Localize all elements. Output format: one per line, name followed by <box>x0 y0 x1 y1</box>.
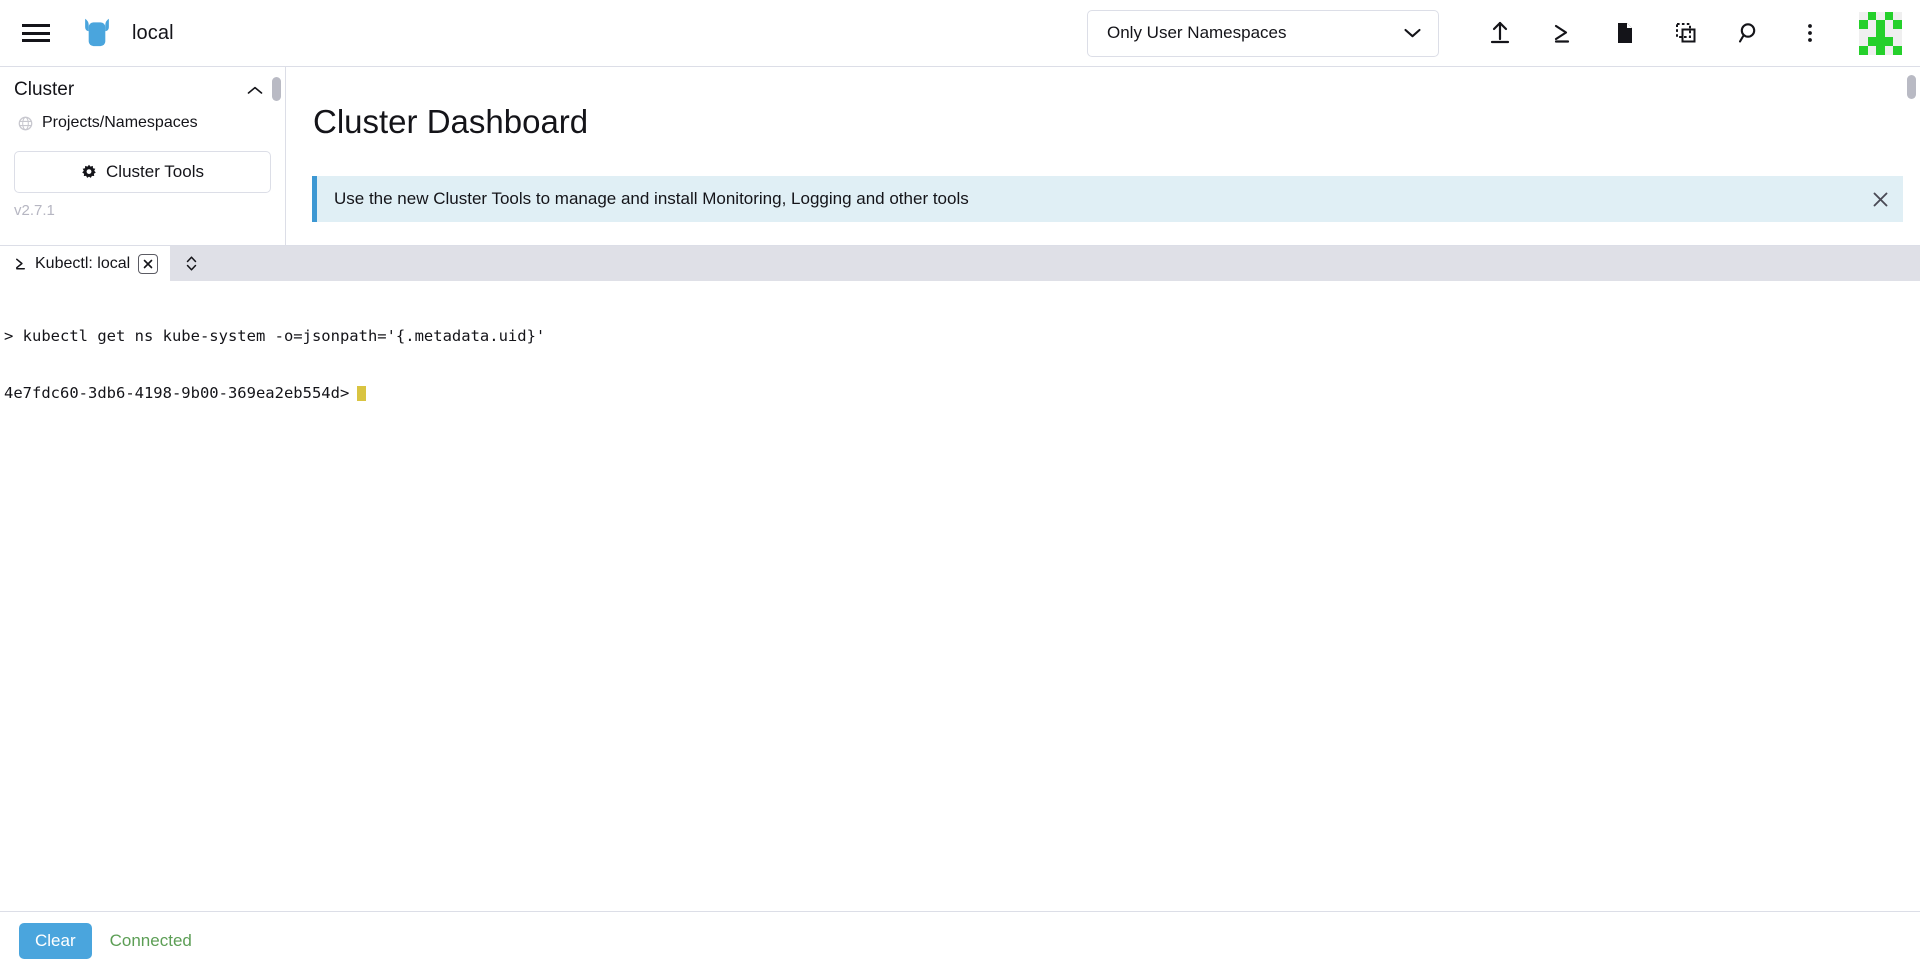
avatar-cell <box>1885 12 1894 21</box>
sidebar-group-title: Cluster <box>14 79 247 101</box>
rancher-bull-logo <box>78 14 116 52</box>
banner-message: Use the new Cluster Tools to manage and … <box>334 189 1857 209</box>
cluster-name-label: local <box>132 22 174 45</box>
hamburger-bar <box>22 24 50 27</box>
avatar-cell <box>1876 37 1885 46</box>
namespace-filter-select[interactable]: Only User Namespaces <box>1087 10 1439 57</box>
sidebar-item-label: Projects/Namespaces <box>42 114 198 132</box>
copy-kubeconfig-button[interactable] <box>1655 2 1717 64</box>
brand-home-link[interactable]: local <box>78 14 174 52</box>
terminal-prompt-icon <box>1549 20 1575 46</box>
terminal-cursor <box>357 386 366 401</box>
globe-icon <box>18 116 33 131</box>
sidebar-group-cluster[interactable]: Cluster <box>0 67 285 111</box>
page-title: Cluster Dashboard <box>313 103 1920 141</box>
avatar-cell <box>1885 20 1894 29</box>
docs-button[interactable] <box>1593 2 1655 64</box>
avatar-cell <box>1876 29 1885 38</box>
terminal-prompt-text: 4e7fdc60-3db6-4198-9b00-369ea2eb554d> <box>4 384 349 402</box>
avatar-cell <box>1893 46 1902 55</box>
shell-tab-label: Kubectl: local <box>35 255 130 273</box>
avatar-cell <box>1859 46 1868 55</box>
terminal-line: > kubectl get ns kube-system -o=jsonpath… <box>4 327 1920 346</box>
close-x-icon <box>1872 191 1889 208</box>
avatar-cell <box>1868 37 1877 46</box>
import-yaml-button[interactable] <box>1469 2 1531 64</box>
avatar-cell <box>1876 12 1885 21</box>
avatar-cell <box>1885 29 1894 38</box>
terminal-prompt-line: 4e7fdc60-3db6-4198-9b00-369ea2eb554d> <box>4 384 1920 403</box>
shell-tab-bar: Kubectl: local <box>0 246 1920 281</box>
user-avatar[interactable] <box>1859 12 1902 55</box>
avatar-cell <box>1885 46 1894 55</box>
main-scrollbar-thumb[interactable] <box>1907 75 1916 99</box>
shell-tab-kubectl-local[interactable]: Kubectl: local <box>0 246 170 281</box>
avatar-cell <box>1893 20 1902 29</box>
banner-close-button[interactable] <box>1857 176 1903 222</box>
search-button[interactable] <box>1717 2 1779 64</box>
gear-icon <box>81 164 97 180</box>
avatar-cell <box>1868 12 1877 21</box>
hamburger-bar <box>22 32 50 35</box>
avatar-cell <box>1893 37 1902 46</box>
kebab-vertical-dots-icon <box>1797 20 1823 46</box>
avatar-cell <box>1859 20 1868 29</box>
avatar-cell <box>1859 37 1868 46</box>
avatar-cell <box>1859 12 1868 21</box>
kubectl-shell-button[interactable] <box>1531 2 1593 64</box>
header-tool-icons <box>1469 2 1841 64</box>
shell-tab-close-button[interactable] <box>138 254 158 274</box>
upload-arrow-icon <box>1487 20 1513 46</box>
avatar-cell <box>1868 20 1877 29</box>
search-magnifier-icon <box>1735 20 1761 46</box>
sidebar: Cluster Projects/Namespaces Cluster Tool… <box>0 67 286 251</box>
kubectl-shell-panel: Kubectl: local > kubectl get ns kube-sys… <box>0 245 1920 969</box>
namespace-filter-value: Only User Namespaces <box>1107 23 1404 43</box>
avatar-cell <box>1868 46 1877 55</box>
file-document-icon <box>1611 20 1637 46</box>
connection-status: Connected <box>110 931 192 951</box>
cluster-tools-button[interactable]: Cluster Tools <box>14 151 271 193</box>
clear-button[interactable]: Clear <box>19 923 92 959</box>
cluster-tools-banner: Use the new Cluster Tools to manage and … <box>312 176 1903 222</box>
chevron-down-icon <box>1404 28 1421 38</box>
close-x-icon <box>143 259 153 269</box>
terminal-output[interactable]: > kubectl get ns kube-system -o=jsonpath… <box>0 281 1920 911</box>
avatar-cell <box>1876 20 1885 29</box>
avatar-cell <box>1893 29 1902 38</box>
avatar-cell <box>1893 12 1902 21</box>
rancher-version-label: v2.7.1 <box>0 193 285 219</box>
avatar-cell <box>1885 37 1894 46</box>
top-header: local Only User Namespaces <box>0 0 1920 67</box>
avatar-cell <box>1868 29 1877 38</box>
shell-resize-handle[interactable] <box>170 246 212 281</box>
avatar-cell <box>1876 46 1885 55</box>
cluster-tools-label: Cluster Tools <box>106 162 204 182</box>
more-actions-button[interactable] <box>1779 2 1841 64</box>
sidebar-scrollbar-thumb[interactable] <box>272 77 281 101</box>
chevron-up-icon <box>247 86 263 95</box>
shell-footer: Clear Connected <box>0 911 1920 969</box>
main-content: Cluster Dashboard Use the new Cluster To… <box>287 67 1920 251</box>
hamburger-bar <box>22 39 50 42</box>
avatar-cell <box>1859 29 1868 38</box>
hamburger-menu-icon[interactable] <box>22 22 52 44</box>
copy-clipboard-icon <box>1673 20 1699 46</box>
sidebar-item-projects-namespaces[interactable]: Projects/Namespaces <box>0 111 285 135</box>
chevron-up-down-icon <box>185 255 198 272</box>
terminal-prompt-icon <box>14 257 27 270</box>
